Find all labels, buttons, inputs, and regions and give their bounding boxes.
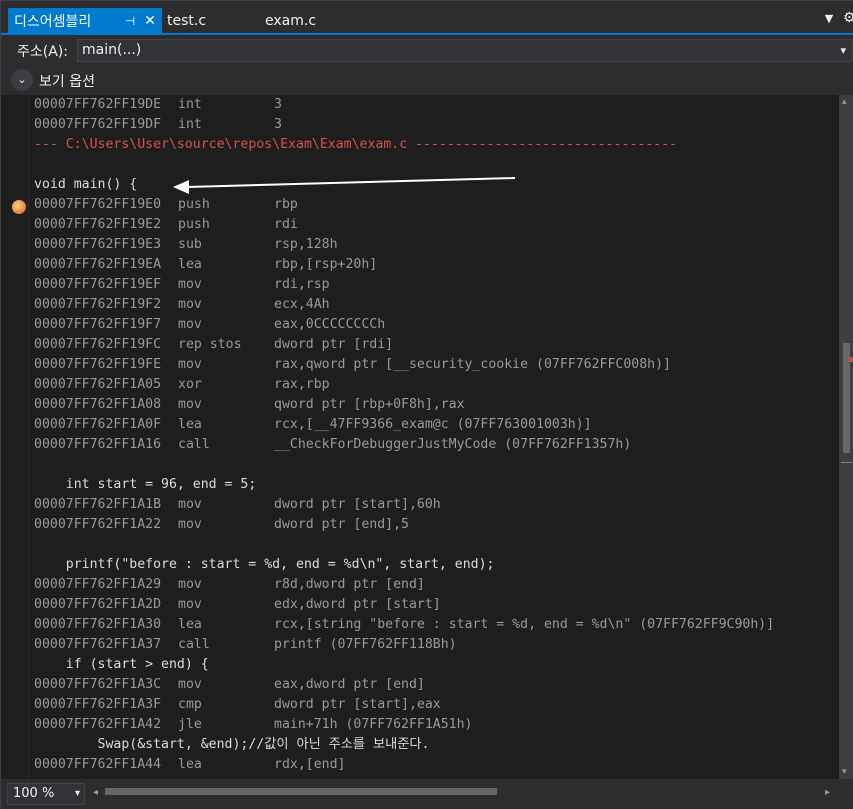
document-tab-bar: 디스어셈블리 ⊣ ✕ test.c exam.c ▼ ⚙ xyxy=(1,1,853,35)
disassembly-window: 디스어셈블리 ⊣ ✕ test.c exam.c ▼ ⚙ 주소(A): main… xyxy=(0,0,853,809)
view-options-label[interactable]: 보기 옵션 xyxy=(39,71,95,91)
tab-list-dropdown-icon[interactable]: ▼ xyxy=(821,12,837,28)
chevron-down-icon[interactable]: ▾ xyxy=(75,784,80,804)
tab-exam-c[interactable]: exam.c xyxy=(265,8,316,33)
view-options-bar: ⌄ 보기 옵션 xyxy=(1,65,853,95)
close-icon[interactable]: ✕ xyxy=(142,13,158,29)
vertical-scrollbar[interactable]: ▴ ▾ xyxy=(839,95,853,779)
horizontal-scroll-thumb[interactable] xyxy=(105,788,497,795)
scroll-up-icon[interactable]: ▴ xyxy=(842,97,847,107)
address-bar: 주소(A): main(...) ▾ xyxy=(1,35,853,65)
disassembly-code-view[interactable]: 00007FF762FF19DE int 3 00007FF762FF19DF int 3… xyxy=(1,95,839,779)
address-value: main(...) xyxy=(82,42,142,58)
tab-test-c[interactable]: test.c xyxy=(167,8,206,33)
expand-options-icon[interactable]: ⌄ xyxy=(11,69,33,91)
address-label: 주소(A): xyxy=(17,44,68,60)
scroll-down-icon[interactable]: ▾ xyxy=(842,767,847,777)
annotation-arrow-icon xyxy=(173,177,516,194)
zoom-combobox[interactable]: 100 % ▾ xyxy=(7,783,85,805)
scroll-left-icon[interactable]: ◂ xyxy=(93,787,98,798)
address-combobox[interactable]: main(...) ▾ xyxy=(77,39,853,62)
breakpoint-marker xyxy=(849,357,853,362)
scroll-right-icon[interactable]: ▸ xyxy=(825,787,830,798)
pin-icon[interactable]: ⊣ xyxy=(122,14,138,28)
chevron-down-icon[interactable]: ▾ xyxy=(840,40,846,61)
horizontal-scrollbar[interactable] xyxy=(105,786,825,796)
tab-disassembly[interactable]: 디스어셈블리 ⊣ ✕ xyxy=(8,8,162,33)
scroll-position-marker xyxy=(841,462,852,463)
tab-disassembly-label: 디스어셈블리 xyxy=(14,13,92,30)
status-bar: 100 % ▾ ◂ ▸ xyxy=(1,779,853,809)
gear-icon[interactable]: ⚙ xyxy=(843,10,853,26)
zoom-value: 100 % xyxy=(13,786,55,801)
